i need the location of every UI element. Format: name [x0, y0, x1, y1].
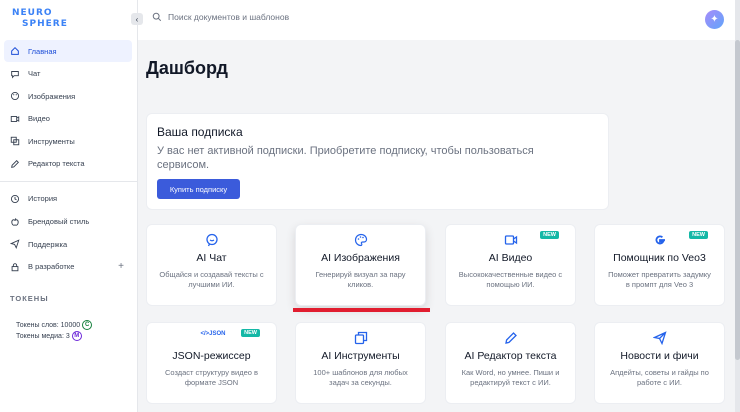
- send-icon: [10, 239, 20, 250]
- coin-icon: C: [82, 320, 93, 330]
- main-content: Дашборд Ваша подписка У вас нет активной…: [138, 40, 733, 412]
- search-input[interactable]: Поиск документов и шаблонов: [168, 12, 289, 22]
- card-ai-text-editor[interactable]: AI Редактор текста Как Word, но умнее. П…: [445, 322, 576, 404]
- sidebar-item-images[interactable]: Изображения: [4, 85, 132, 107]
- chat-icon: [10, 69, 20, 79]
- magic-sparkle-button[interactable]: ✦: [705, 10, 724, 29]
- sparkle-icon: ✦: [710, 14, 719, 25]
- card-ai-images[interactable]: AI Изображения Генерируй визуал за пару …: [295, 224, 426, 306]
- sidebar-item-text-editor[interactable]: Редактор текста: [4, 153, 132, 175]
- page-title: Дашборд: [146, 58, 228, 78]
- sidebar-item-support[interactable]: Поддержка: [4, 233, 132, 255]
- layers-icon: [10, 136, 20, 146]
- plus-icon[interactable]: +: [118, 261, 124, 272]
- card-ai-chat[interactable]: AI Чат Общайся и создавай тексты с лучши…: [146, 224, 277, 306]
- sidebar-divider: [0, 180, 138, 182]
- google-icon: [595, 233, 724, 247]
- lock-icon: [10, 262, 20, 272]
- card-ai-video[interactable]: NEW AI Видео Высококачественные видео с …: [445, 224, 576, 306]
- pencil-icon: [446, 331, 575, 345]
- palette-icon: [10, 91, 20, 101]
- sidebar-item-tools[interactable]: Инструменты: [4, 130, 132, 152]
- home-icon: [10, 46, 20, 56]
- video-camera-icon: [446, 233, 575, 247]
- sidebar-item-brand-style[interactable]: Брендовый стиль: [4, 211, 132, 233]
- card-json-director[interactable]: NEW </>JSON JSON-режиссер Создаст структ…: [146, 322, 277, 404]
- chat-bubble-icon: [147, 233, 276, 247]
- sidebar-item-home[interactable]: Главная: [4, 40, 132, 62]
- sidebar: NEURO SPHERE Главная Чат Изображения Вид…: [0, 0, 138, 412]
- sidebar-item-in-development[interactable]: В разработке +: [4, 256, 132, 278]
- topbar: Поиск документов и шаблонов ✦: [138, 0, 740, 40]
- sidebar-nav: Главная Чат Изображения Видео Инструмент…: [0, 40, 138, 278]
- logo[interactable]: NEURO SPHERE: [12, 8, 72, 32]
- subscription-card: Ваша подписка У вас нет активной подписк…: [146, 113, 609, 210]
- sidebar-item-history[interactable]: История: [4, 188, 132, 210]
- palette-icon: [296, 233, 425, 247]
- tokens-title: ТОКЕНЫ: [10, 294, 49, 303]
- search-bar[interactable]: Поиск документов и шаблонов: [152, 12, 289, 22]
- card-news-features[interactable]: Новости и фичи Апдейты, советы и гайды п…: [594, 322, 725, 404]
- scrollbar-thumb[interactable]: [735, 40, 740, 360]
- sidebar-item-video[interactable]: Видео: [4, 108, 132, 130]
- send-icon: [595, 331, 724, 345]
- subscription-title: Ваша подписка: [157, 125, 243, 139]
- copy-icon: [296, 331, 425, 345]
- subscription-text: У вас нет активной подписки. Приобретите…: [157, 145, 534, 171]
- media-coin-icon: M: [71, 331, 82, 341]
- apple-icon: [10, 217, 20, 227]
- card-veo3-assistant[interactable]: NEW Помощник по Veo3 Поможет превратить …: [594, 224, 725, 306]
- search-icon: [152, 12, 162, 22]
- card-ai-tools[interactable]: AI Инструменты 100+ шаблонов для любых з…: [295, 322, 426, 404]
- scrollbar[interactable]: [735, 0, 740, 412]
- highlight-underline: [293, 308, 430, 312]
- history-icon: [10, 194, 20, 204]
- pencil-icon: [10, 159, 20, 169]
- collapse-sidebar-button[interactable]: ‹: [131, 13, 143, 25]
- buy-subscription-button[interactable]: Купить подписку: [157, 179, 240, 199]
- video-icon: [10, 114, 20, 124]
- chevron-left-icon: ‹: [135, 14, 139, 24]
- tokens-words: Токены слов: 10000 C: [16, 320, 93, 330]
- sidebar-item-chat[interactable]: Чат: [4, 63, 132, 85]
- tokens-media: Токены медиа: 3 M: [16, 331, 82, 341]
- json-icon: </>JSON: [200, 331, 226, 337]
